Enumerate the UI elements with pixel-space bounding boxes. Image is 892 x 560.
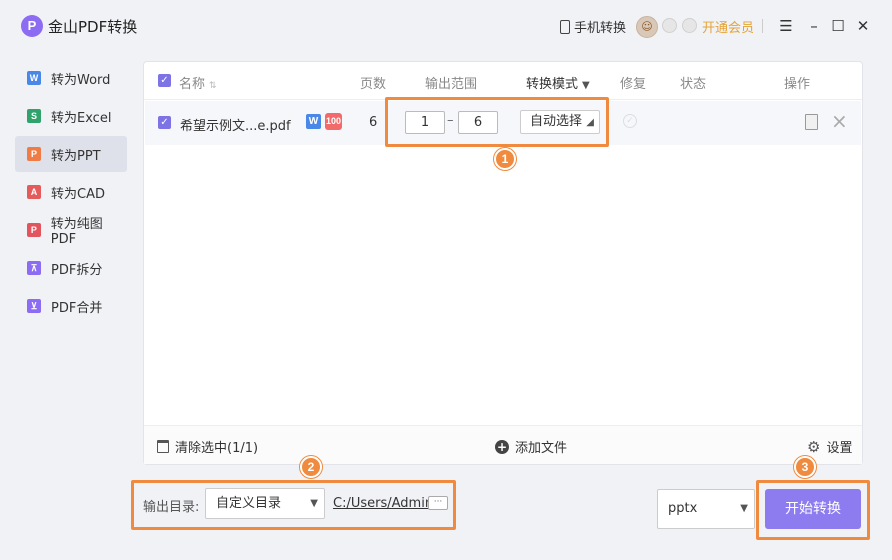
maximize-icon[interactable]: ☐: [826, 14, 850, 38]
plus-icon: +: [495, 439, 509, 454]
add-file-button[interactable]: + 添加文件: [495, 437, 567, 456]
image-pdf-icon: P: [27, 223, 41, 237]
chevron-down-icon: ▼: [582, 80, 590, 91]
range-to-input[interactable]: 6: [458, 111, 498, 134]
file-list-panel: ✓ 名称 ⇅ 页数 输出范围 转换模式 ▼ 修复 状态 操作 ✓ 希望示例文...e…: [143, 61, 863, 465]
row-checkbox[interactable]: ✓: [158, 116, 171, 129]
header-divider: [762, 19, 763, 33]
sidebar-item-to-image-pdf[interactable]: P 转为纯图PDF: [15, 212, 127, 248]
mode-select-value: 自动选择: [530, 114, 583, 129]
sidebar-item-label: 转为CAD: [51, 186, 105, 202]
excel-icon: S: [27, 109, 41, 123]
range-from-input[interactable]: 1: [405, 111, 445, 134]
chevron-down-icon: ▼: [740, 503, 748, 514]
app-logo-icon: P: [21, 15, 43, 37]
chevron-down-icon: ▼: [310, 498, 318, 509]
repair-check-icon: ✓: [623, 114, 637, 128]
vip-link[interactable]: 开通会员: [702, 17, 754, 36]
word-badge-icon: W: [306, 114, 321, 129]
ppt-icon: P: [27, 147, 41, 161]
step-marker-3: 3: [794, 456, 816, 478]
clear-selected-label: 清除选中(1/1): [175, 441, 259, 456]
sidebar-item-to-ppt[interactable]: P 转为PPT: [15, 136, 127, 172]
sidebar-item-to-cad[interactable]: A 转为CAD: [15, 174, 127, 210]
file-name: 希望示例文...e.pdf: [180, 119, 291, 134]
sidebar-item-label: 转为PPT: [51, 148, 101, 164]
minimize-icon[interactable]: –: [802, 14, 826, 38]
step-marker-1: 1: [494, 148, 516, 170]
delete-icon[interactable]: ×: [831, 110, 848, 132]
table-row[interactable]: ✓ 希望示例文...e.pdf W 100 6 1 – 6 自动选择 ◢ ✓ ×: [145, 101, 861, 145]
format-select-value: pptx: [668, 501, 698, 516]
step-marker-2: 2: [300, 456, 322, 478]
word-icon: W: [27, 71, 41, 85]
mode-select[interactable]: 自动选择 ◢: [520, 110, 600, 134]
column-status: 状态: [680, 77, 707, 92]
app-title: 金山PDF转换: [48, 18, 138, 36]
column-name[interactable]: 名称 ⇅: [179, 73, 217, 92]
format-select[interactable]: pptx ▼: [657, 489, 755, 529]
merge-icon: ⊻: [27, 299, 41, 313]
browse-more-button[interactable]: ···: [428, 496, 448, 510]
column-ops: 操作: [784, 77, 811, 92]
mobile-convert-label: 手机转换: [574, 21, 627, 36]
hundred-badge-icon: 100: [325, 113, 342, 130]
sidebar-item-label: PDF合并: [51, 300, 103, 316]
sidebar-item-label: 转为Word: [51, 72, 111, 88]
close-icon[interactable]: ✕: [851, 14, 875, 38]
column-repair: 修复: [620, 77, 647, 92]
start-convert-button[interactable]: 开始转换: [765, 489, 861, 529]
output-dir-label: 输出目录:: [143, 500, 200, 515]
sidebar-item-label: 转为Excel: [51, 110, 112, 126]
phone-icon: [560, 19, 570, 34]
menu-icon[interactable]: ☰: [774, 14, 798, 38]
output-dir-select[interactable]: 自定义目录 ▼: [205, 488, 325, 519]
settings-label: 设置: [826, 441, 853, 456]
column-mode-label: 转换模式: [526, 77, 579, 92]
column-mode[interactable]: 转换模式 ▼: [526, 73, 590, 92]
column-range: 输出范围: [425, 77, 478, 92]
select-all-checkbox[interactable]: ✓: [158, 74, 171, 87]
column-pages: 页数: [360, 77, 387, 92]
sort-icon: ⇅: [209, 81, 217, 91]
sidebar-item-label: 转为纯图PDF: [50, 217, 103, 247]
gear-icon: ⚙: [807, 437, 821, 456]
mobile-convert-button[interactable]: 手机转换: [560, 17, 626, 36]
sidebar-item-to-excel[interactable]: S 转为Excel: [15, 98, 127, 134]
level-badge-icon: [682, 18, 697, 33]
sidebar-item-to-word[interactable]: W 转为Word: [15, 60, 127, 96]
avatar[interactable]: ☺: [636, 16, 658, 38]
page-count: 6: [369, 115, 378, 130]
cad-icon: A: [27, 185, 41, 199]
preview-icon[interactable]: [805, 114, 818, 130]
settings-button[interactable]: ⚙ 设置: [807, 437, 852, 456]
clear-selected-button[interactable]: 清除选中(1/1): [157, 437, 258, 456]
sidebar-item-pdf-merge[interactable]: ⊻ PDF合并: [15, 288, 127, 324]
sidebar-item-label: PDF拆分: [51, 262, 103, 278]
range-separator: –: [447, 113, 454, 128]
sidebar-item-pdf-split[interactable]: ⊼ PDF拆分: [15, 250, 127, 286]
table-header: ✓ 名称 ⇅ 页数 输出范围 转换模式 ▼ 修复 状态 操作: [144, 62, 862, 100]
chevron-down-icon: ◢: [586, 117, 594, 128]
output-path-link[interactable]: C:/Users/Admin: [333, 496, 433, 511]
panel-footer: 清除选中(1/1) + 添加文件 ⚙ 设置: [144, 425, 862, 464]
trash-icon: [157, 440, 169, 453]
add-file-label: 添加文件: [515, 441, 568, 456]
title-bar: P 金山PDF转换 手机转换 ☺ 开通会员 ☰ – ☐ ✕: [0, 0, 892, 52]
output-dir-value: 自定义目录: [216, 496, 282, 511]
split-icon: ⊼: [27, 261, 41, 275]
member-badge-icon: [662, 18, 677, 33]
column-name-label: 名称: [179, 77, 206, 92]
